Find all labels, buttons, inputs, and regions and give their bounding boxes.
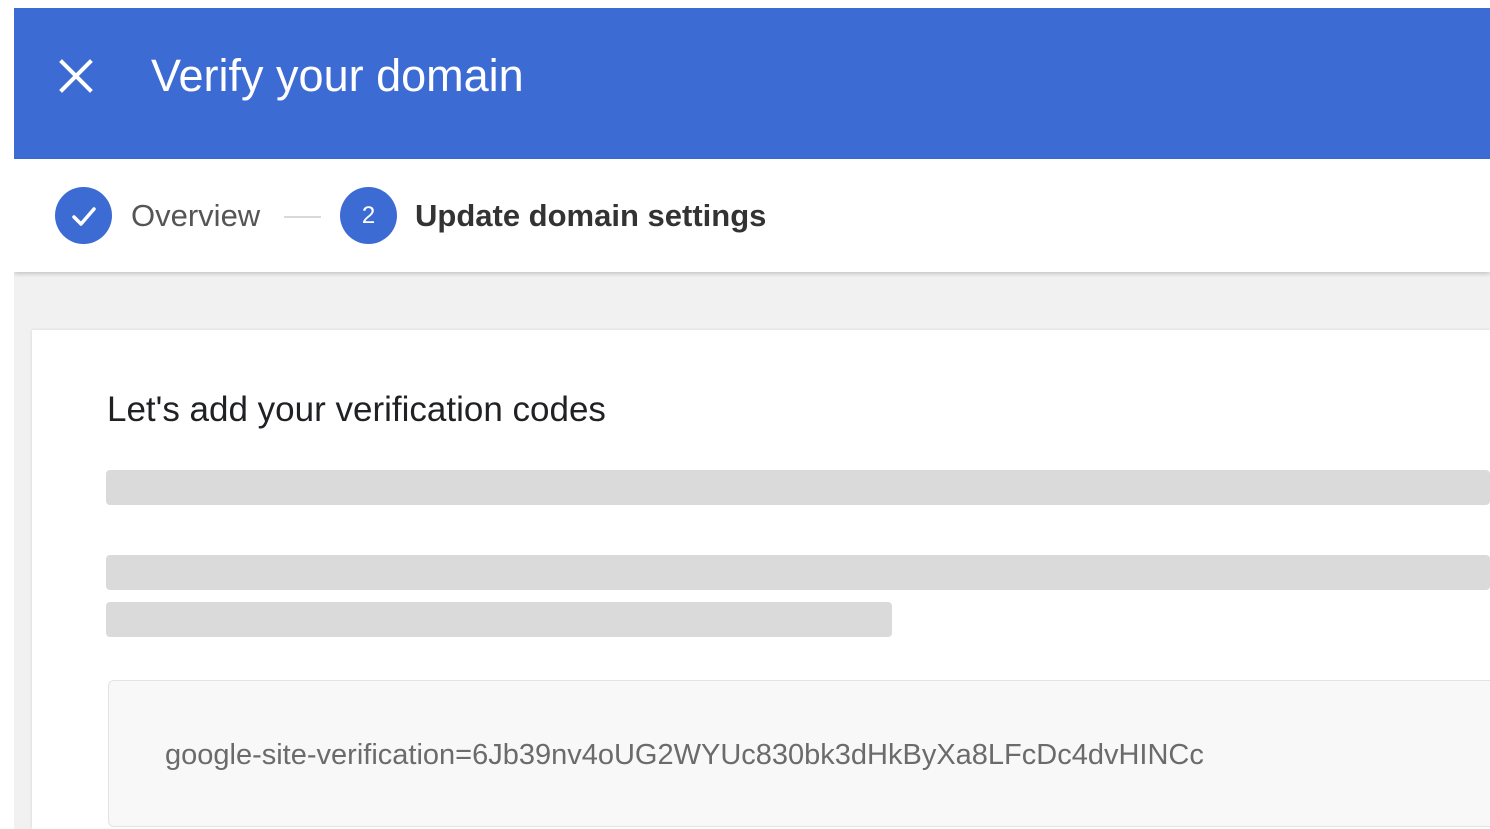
redacted-text-line	[106, 470, 1490, 505]
dialog-title: Verify your domain	[151, 50, 524, 101]
card-title: Let's add your verification codes	[107, 390, 606, 429]
dialog-frame: Verify your domain Overview 2 Update dom…	[14, 8, 1490, 829]
close-icon	[59, 59, 93, 93]
stepper: Overview 2 Update domain settings	[14, 159, 1490, 272]
check-icon	[71, 206, 96, 226]
close-button[interactable]	[54, 54, 98, 98]
redacted-text-line	[106, 602, 892, 637]
verification-code-box[interactable]: google-site-verification=6Jb39nv4oUG2WYU…	[108, 680, 1490, 827]
redacted-text-line	[106, 555, 1490, 590]
verification-code-text[interactable]: google-site-verification=6Jb39nv4oUG2WYU…	[165, 737, 1204, 773]
step-overview-label[interactable]: Overview	[131, 197, 260, 235]
dialog-header: Verify your domain	[14, 8, 1490, 159]
step-update-domain-label: Update domain settings	[415, 198, 767, 233]
step-number-badge: 2	[340, 187, 397, 244]
step-connector	[284, 216, 321, 218]
verification-card: Let's add your verification codes google…	[32, 330, 1490, 829]
step-overview-completed[interactable]	[55, 187, 112, 244]
